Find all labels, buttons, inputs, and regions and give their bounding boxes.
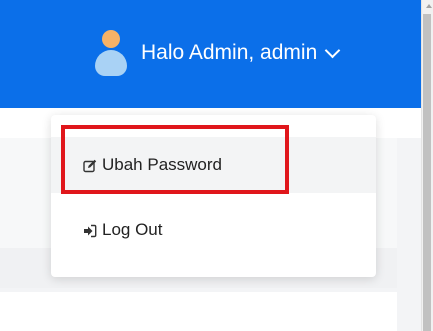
- content-row: [0, 292, 397, 331]
- logout-menu-item[interactable]: Log Out: [51, 204, 376, 256]
- page: Halo Admin, admin Ubah Password Log Out: [0, 0, 433, 331]
- menu-item-label: Ubah Password: [102, 155, 223, 174]
- sign-out-icon: [83, 223, 97, 238]
- user-dropdown-menu: Ubah Password Log Out: [51, 115, 376, 277]
- user-greeting: Halo Admin, admin: [141, 41, 318, 64]
- user-menu-toggle[interactable]: Halo Admin, admin: [91, 28, 341, 78]
- menu-item-label: Log Out: [102, 220, 163, 239]
- change-password-menu-item[interactable]: Ubah Password: [51, 137, 376, 193]
- scrollbar-thumb[interactable]: [423, 14, 431, 331]
- chevron-down-icon: [324, 42, 341, 58]
- edit-icon: [83, 158, 97, 173]
- scroll-up-arrow-icon[interactable]: [426, 4, 432, 8]
- user-avatar-icon: [91, 28, 131, 78]
